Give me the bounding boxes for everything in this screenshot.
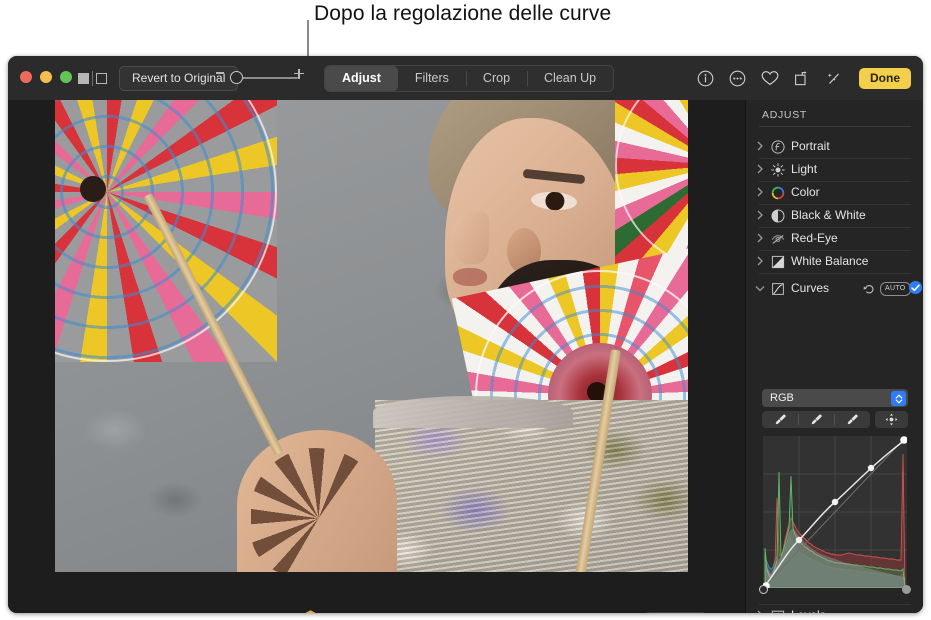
- sidebar-item-label: Levels: [791, 608, 826, 613]
- zoom-slider-knob[interactable]: [230, 71, 243, 84]
- sidebar-item-white-balance[interactable]: White Balance: [746, 251, 923, 273]
- sidebar-item-label: Red-Eye: [791, 231, 838, 245]
- tab-adjust[interactable]: Adjust: [325, 66, 398, 91]
- preset-hex-outline: [299, 610, 322, 613]
- toolbar-actions: Done: [696, 65, 911, 91]
- curves-channel-value: RGB: [770, 392, 794, 404]
- sidebar-item-color[interactable]: Color: [746, 182, 923, 204]
- sidebar-header: ADJUST: [762, 109, 808, 121]
- curves-icon: [770, 281, 785, 296]
- split-view-icon[interactable]: [78, 70, 112, 86]
- done-button[interactable]: Done: [859, 67, 911, 89]
- callout-label: Dopo la regolazione delle curve: [314, 2, 612, 25]
- curve-control-point: [795, 536, 803, 544]
- preset-filmstrip: Portrait: [8, 600, 745, 613]
- sun-icon: [770, 162, 785, 177]
- rotate-icon[interactable]: [792, 69, 811, 88]
- photos-editor-window: Revert to Original Adjust Filters Crop C…: [8, 56, 923, 613]
- tab-crop[interactable]: Crop: [465, 66, 527, 91]
- chevron-down-icon[interactable]: [755, 283, 765, 293]
- tab-filters[interactable]: Filters: [398, 66, 466, 91]
- eye-slash-icon: [770, 231, 785, 246]
- white-point-eyedropper-icon[interactable]: [834, 411, 870, 428]
- curves-graph[interactable]: [763, 436, 907, 588]
- preset-thumbnail-selected[interactable]: [298, 610, 323, 613]
- sidebar-item-portrait[interactable]: Portrait: [746, 136, 923, 158]
- toolbar: Revert to Original Adjust Filters Crop C…: [8, 56, 923, 100]
- white-point-handle[interactable]: [902, 585, 911, 594]
- close-button[interactable]: [20, 71, 32, 83]
- edited-photo[interactable]: [55, 100, 688, 572]
- tab-cleanup[interactable]: Clean Up: [527, 66, 613, 91]
- subject-nose: [451, 212, 489, 264]
- more-options-icon[interactable]: [728, 69, 747, 88]
- contrast-circle-icon: [770, 208, 785, 223]
- zoom-slider[interactable]: [216, 68, 304, 88]
- sidebar-divider: [759, 273, 911, 274]
- zoom-out-icon[interactable]: [216, 72, 224, 74]
- reset-arrow-icon[interactable]: [863, 282, 875, 294]
- curves-enabled-toggle[interactable]: [909, 281, 922, 294]
- black-point-eyedropper-icon[interactable]: [762, 411, 798, 428]
- edit-mode-tabs[interactable]: Adjust Filters Crop Clean Up: [324, 65, 615, 92]
- add-control-point-icon[interactable]: [875, 411, 908, 428]
- chevron-right-icon[interactable]: [757, 233, 763, 243]
- sidebar-item-light[interactable]: Light: [746, 159, 923, 181]
- sidebar-item-red-eye[interactable]: Red-Eye: [746, 228, 923, 250]
- sidebar-item-label: Portrait: [791, 139, 830, 153]
- sidebar-item-curves[interactable]: Curves AUTO: [746, 278, 923, 300]
- callout-leader-line: [307, 20, 309, 56]
- subject-lips: [453, 268, 487, 286]
- curve-control-point: [867, 464, 875, 472]
- info-icon[interactable]: [696, 69, 715, 88]
- zoom-button[interactable]: [60, 71, 72, 83]
- image-canvas: Portrait: [8, 100, 745, 613]
- zoom-in-icon[interactable]: [294, 68, 305, 79]
- portrait-badge[interactable]: Portrait: [643, 612, 707, 613]
- chevron-up-down-icon[interactable]: [891, 390, 906, 406]
- auto-curves-button[interactable]: AUTO: [880, 282, 911, 296]
- preset-thumbnails[interactable]: [298, 610, 463, 613]
- color-wheel-icon: [770, 185, 785, 200]
- chevron-right-icon[interactable]: [757, 610, 763, 613]
- minimize-button[interactable]: [40, 71, 52, 83]
- chevron-right-icon[interactable]: [757, 141, 763, 151]
- callout-annotation: Dopo la regolazione delle curve: [0, 0, 931, 60]
- gradient-square-icon: [770, 254, 785, 269]
- sidebar-item-label: Curves: [791, 281, 830, 295]
- aperture-f-icon: [770, 139, 785, 154]
- favorite-heart-icon[interactable]: [760, 69, 779, 88]
- sidebar-item-levels[interactable]: Levels: [746, 605, 923, 613]
- pinwheel-left-hub: [80, 176, 106, 202]
- chevron-right-icon[interactable]: [757, 187, 763, 197]
- curves-graph-svg[interactable]: [763, 436, 907, 588]
- subject-collar: [373, 396, 573, 428]
- sidebar-header-divider: [759, 126, 911, 127]
- adjust-sidebar: ADJUST Portrait Light Color Black & Whit…: [745, 100, 923, 613]
- split-view-filled-pane: [78, 72, 89, 84]
- gray-point-eyedropper-icon[interactable]: [798, 411, 834, 428]
- curves-channel-select[interactable]: RGB: [762, 389, 908, 407]
- auto-enhance-wand-icon[interactable]: [824, 69, 843, 88]
- sidebar-item-label: Black & White: [791, 208, 866, 222]
- chevron-right-icon[interactable]: [757, 164, 763, 174]
- window-controls[interactable]: [20, 71, 72, 83]
- chevron-right-icon[interactable]: [757, 210, 763, 220]
- split-view-divider: [92, 70, 93, 86]
- levels-icon: [770, 608, 785, 613]
- black-point-handle[interactable]: [759, 585, 768, 594]
- sidebar-item-label: Light: [791, 162, 818, 176]
- sidebar-item-black-and-white[interactable]: Black & White: [746, 205, 923, 227]
- chevron-right-icon[interactable]: [757, 256, 763, 266]
- split-view-outline-pane: [96, 72, 107, 84]
- curve-control-point: [831, 498, 839, 506]
- curves-eyedroppers[interactable]: [762, 411, 870, 428]
- sidebar-item-label: White Balance: [791, 254, 869, 268]
- sidebar-item-label: Color: [791, 185, 820, 199]
